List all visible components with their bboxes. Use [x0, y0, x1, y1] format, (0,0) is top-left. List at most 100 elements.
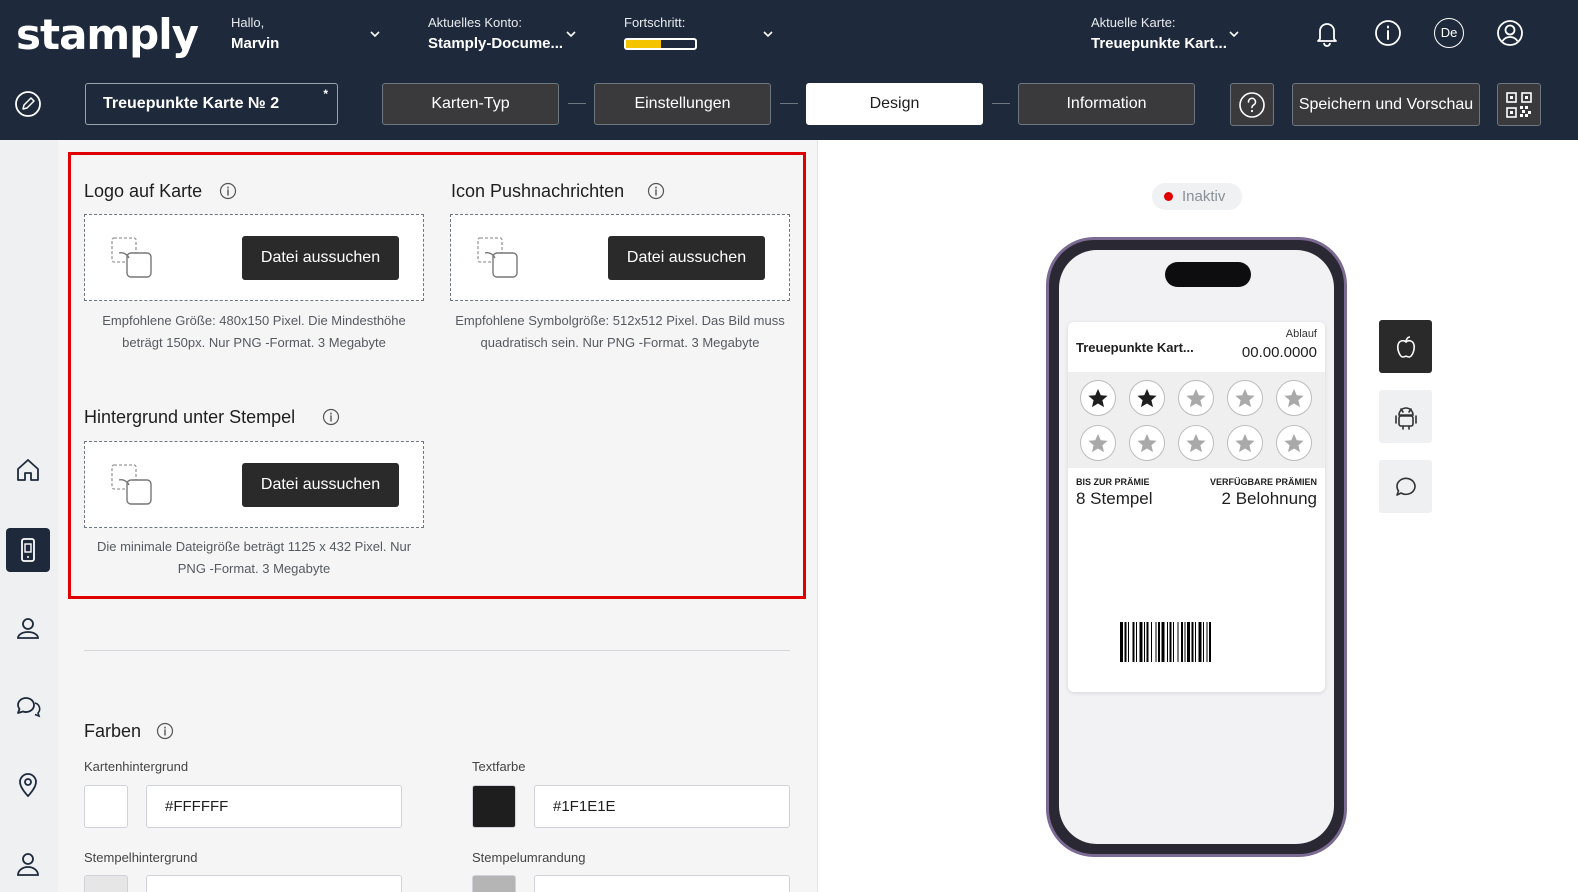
barcode-bar	[1155, 622, 1157, 662]
preview-apple-button[interactable]	[1379, 320, 1432, 373]
sidebar-item-cards[interactable]	[6, 528, 50, 572]
pass-title: Treuepunkte Kart...	[1076, 340, 1194, 355]
barcode-bar	[1184, 622, 1186, 662]
user-info: Hallo, Marvin	[231, 15, 279, 52]
logo-hint: Empfohlene Größe: 480x150 Pixel. Die Min…	[84, 310, 424, 354]
card-title-text: Treuepunkte Karte № 2	[103, 95, 280, 112]
status-dot	[1164, 192, 1173, 201]
logo-upload-dropzone[interactable]: Datei aussuchen	[84, 214, 424, 301]
greeting-label: Hallo,	[231, 15, 265, 30]
edit-pencil-icon[interactable]	[14, 90, 42, 118]
barcode-bar	[1120, 622, 1123, 662]
stamp-border-label: Stempelumrandung	[472, 850, 586, 865]
icon-hint-line1: Empfohlene Symbolgröße: 512x512 Pixel. D…	[455, 313, 785, 328]
choose-logo-file-button[interactable]: Datei aussuchen	[242, 236, 399, 280]
stamply-logo[interactable]: stamply	[16, 10, 199, 59]
help-button[interactable]	[1230, 83, 1274, 126]
logo-hint-line2: beträgt 150px. Nur PNG -Format. 3 Megaby…	[122, 335, 386, 350]
preview-push-message-button[interactable]	[1379, 460, 1432, 513]
card-background-input[interactable]: #FFFFFF	[146, 785, 402, 828]
card-value: Treuepunkte Kart...	[1091, 35, 1227, 52]
language-badge[interactable]: De	[1434, 18, 1464, 48]
preview-android-button[interactable]	[1379, 390, 1432, 443]
sidebar-item-customers[interactable]	[6, 606, 50, 650]
user-account-icon[interactable]	[1495, 18, 1525, 48]
image-upload-icon	[477, 237, 518, 278]
card-background-label: Kartenhintergrund	[84, 759, 189, 774]
star-icon	[1088, 388, 1108, 408]
top-header: stamply Hallo, Marvin Aktuelles Konto: S…	[0, 0, 1578, 140]
text-color-swatch[interactable]	[472, 785, 516, 828]
sidebar-item-locations[interactable]	[6, 763, 50, 807]
barcode-bar	[1139, 622, 1143, 662]
stamp-border-swatch[interactable]	[472, 875, 516, 892]
barcode-bar	[1128, 622, 1129, 662]
star-icon	[1088, 433, 1108, 453]
stamp-slot	[1276, 425, 1312, 461]
account-label: Aktuelles Konto:	[428, 15, 522, 30]
barcode-bar	[1151, 622, 1152, 662]
sidebar-item-messages[interactable]	[6, 685, 50, 729]
stamp-slot	[1080, 425, 1116, 461]
info-icon[interactable]	[219, 182, 237, 200]
icon-hint-line2: quadratisch sein. Nur PNG -Format. 3 Meg…	[480, 335, 760, 350]
mobile-card-icon	[21, 538, 35, 562]
barcode-bar	[1132, 622, 1135, 662]
tab-einstellungen[interactable]: Einstellungen	[594, 83, 771, 125]
chat-icon	[17, 697, 41, 718]
card-background-swatch[interactable]	[84, 785, 128, 828]
question-icon	[1239, 92, 1265, 118]
sidebar-item-home[interactable]	[6, 448, 50, 492]
stamp-slot	[1178, 425, 1214, 461]
section-divider	[84, 650, 790, 651]
choose-icon-file-button[interactable]: Datei aussuchen	[608, 236, 765, 280]
card-title-field[interactable]: Treuepunkte Karte № 2 *	[85, 83, 338, 125]
tab-information[interactable]: Information	[1018, 83, 1195, 125]
barcode-bar	[1167, 622, 1168, 662]
left-sidebar	[0, 140, 58, 892]
stamp-slot	[1178, 380, 1214, 416]
choose-background-file-button[interactable]: Datei aussuchen	[242, 463, 399, 507]
tab-design[interactable]: Design	[806, 83, 983, 125]
info-icon[interactable]	[322, 408, 340, 426]
stamp-background-input[interactable]	[146, 875, 402, 892]
progress-label: Fortschritt:	[624, 15, 686, 30]
icon-upload-dropzone[interactable]: Datei aussuchen	[450, 214, 790, 301]
progress-fill	[626, 40, 661, 48]
info-icon[interactable]	[156, 722, 174, 740]
colors-section-title: Farben	[84, 721, 142, 741]
barcode-bar	[1209, 622, 1211, 662]
background-upload-dropzone[interactable]: Datei aussuchen	[84, 441, 424, 528]
chevron-down-icon[interactable]	[368, 27, 382, 41]
star-icon	[1235, 388, 1255, 408]
info-icon[interactable]	[1373, 18, 1403, 48]
barcode-bar	[1136, 622, 1137, 662]
account-info: Aktuelles Konto: Stamply-Docume...	[428, 15, 563, 52]
sidebar-item-profile[interactable]	[6, 842, 50, 886]
chevron-down-icon[interactable]	[564, 27, 578, 41]
text-color-label: Textfarbe	[472, 759, 526, 774]
text-color-input[interactable]: #1F1E1E	[534, 785, 790, 828]
field1-value: 8 Stempel	[1076, 489, 1153, 508]
stamp-grid	[1068, 372, 1325, 468]
wallet-pass-preview: Treuepunkte Kart... Ablauf 00.00.0000 BI…	[1068, 322, 1325, 692]
star-icon	[1186, 433, 1206, 453]
unsaved-marker: *	[323, 87, 328, 101]
qr-code-button[interactable]	[1497, 83, 1541, 126]
stamp-slot	[1080, 380, 1116, 416]
home-icon	[17, 459, 39, 481]
bell-icon[interactable]	[1312, 18, 1342, 48]
chevron-down-icon[interactable]	[761, 27, 775, 41]
barcode-bar	[1169, 622, 1172, 662]
qr-code-icon	[1506, 92, 1532, 118]
info-icon[interactable]	[647, 182, 665, 200]
chevron-down-icon[interactable]	[1227, 27, 1241, 41]
tab-karten-typ[interactable]: Karten-Typ	[382, 83, 559, 125]
stamp-border-input[interactable]	[534, 875, 790, 892]
card-label: Aktuelle Karte:	[1091, 15, 1176, 30]
star-icon	[1284, 433, 1304, 453]
stamp-background-swatch[interactable]	[84, 875, 128, 892]
save-preview-button[interactable]: Speichern und Vorschau	[1292, 83, 1480, 126]
logo-hint-line1: Empfohlene Größe: 480x150 Pixel. Die Min…	[102, 313, 406, 328]
star-icon	[1235, 433, 1255, 453]
